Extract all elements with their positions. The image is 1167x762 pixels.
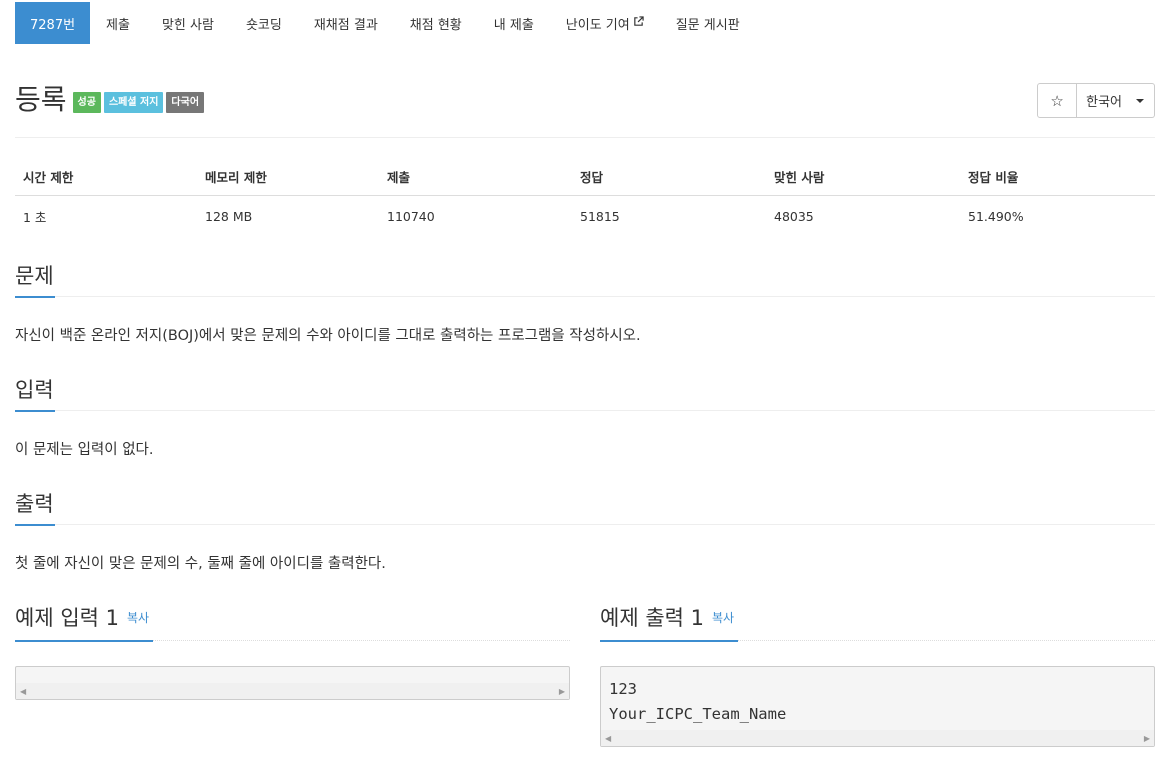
page-title: 등록 <box>15 83 67 116</box>
header-time-limit: 시간 제한 <box>15 157 197 196</box>
input-section: 입력 이 문제는 입력이 없다. <box>15 376 1155 460</box>
tab-my-submissions[interactable]: 내 제출 <box>478 2 550 44</box>
memory-limit-value: 128 MB <box>205 209 253 224</box>
tab-short-coding[interactable]: 숏코딩 <box>230 2 298 44</box>
output-section: 출력 첫 줄에 자신이 맞은 문제의 수, 둘째 줄에 아이디를 출력한다. <box>15 490 1155 574</box>
sample-output-box: 123 Your_ICPC_Team_Name ◀ ▶ <box>600 666 1155 747</box>
heading-underline <box>15 410 55 412</box>
problem-labels: 성공 스페셜 저지 다국어 <box>72 92 205 113</box>
header-accepted: 정답 <box>572 157 766 196</box>
horizontal-scrollbar[interactable]: ◀ ▶ <box>16 683 569 699</box>
tab-question-board[interactable]: 질문 게시판 <box>660 2 756 44</box>
header-memory-limit: 메모리 제한 <box>197 157 379 196</box>
heading-underline <box>15 296 55 298</box>
language-label: 한국어 <box>1086 95 1122 110</box>
sample-output-section: 예제 출력 1 복사 123 Your_ICPC_Team_Name ◀ ▶ <box>600 604 1155 747</box>
sample-input-content <box>16 667 569 683</box>
scroll-right-icon[interactable]: ▶ <box>559 687 565 696</box>
output-text: 첫 줄에 자신이 맞은 문제의 수, 둘째 줄에 아이디를 출력한다. <box>15 556 386 572</box>
sample-input-title: 예제 입력 1 <box>15 606 119 630</box>
problem-menu: 7287번 제출 맞힌 사람 숏코딩 재채점 결과 채점 현황 내 제출 난이도… <box>15 2 756 44</box>
tab-difficulty-contribution[interactable]: 난이도 기여 <box>550 2 660 44</box>
scroll-right-icon[interactable]: ▶ <box>1144 734 1150 743</box>
heading-underline <box>600 640 738 642</box>
sample-output-heading: 예제 출력 1 복사 <box>600 604 1155 642</box>
table-header-row: 시간 제한 메모리 제한 제출 정답 맞힌 사람 정답 비율 <box>15 157 1155 196</box>
sample-output-title-wrap: 예제 출력 1 복사 <box>600 604 734 635</box>
sample-input-heading: 예제 입력 1 복사 <box>15 604 570 642</box>
horizontal-scrollbar[interactable]: ◀ ▶ <box>601 730 1154 746</box>
description-heading: 문제 <box>15 262 1155 298</box>
label-multilingual: 다국어 <box>166 92 205 113</box>
output-title: 출력 <box>15 492 54 516</box>
external-link-icon <box>633 16 644 30</box>
accept-ratio-value: 51.490% <box>968 209 1024 224</box>
sample-input-title-wrap: 예제 입력 1 복사 <box>15 604 149 635</box>
tab-submit[interactable]: 제출 <box>90 2 146 44</box>
solvers-value: 48035 <box>774 209 814 224</box>
sample-input-box: ◀ ▶ <box>15 666 570 700</box>
star-icon: ☆ <box>1050 91 1064 110</box>
sample-output-title: 예제 출력 1 <box>600 606 704 630</box>
copy-sample-output-button[interactable]: 복사 <box>712 604 734 632</box>
header-accept-ratio: 정답 비율 <box>960 157 1155 196</box>
header-solvers: 맞힌 사람 <box>766 157 960 196</box>
tab-status[interactable]: 채점 현황 <box>394 2 478 44</box>
input-heading: 입력 <box>15 376 1155 412</box>
accepted-value: 51815 <box>580 209 620 224</box>
header-submissions: 제출 <box>379 157 572 196</box>
table-row: 1 초 128 MB 110740 51815 48035 51.490% <box>15 196 1155 238</box>
input-text: 이 문제는 입력이 없다. <box>15 442 154 458</box>
time-limit-value: 1 초 <box>23 210 47 225</box>
tab-rejudge-results[interactable]: 재채점 결과 <box>298 2 394 44</box>
title-tools: ☆ 한국어 <box>1037 83 1155 118</box>
scroll-left-icon[interactable]: ◀ <box>605 734 611 743</box>
heading-underline <box>15 524 55 526</box>
favorite-button[interactable]: ☆ <box>1037 83 1078 118</box>
label-special-judge: 스페셜 저지 <box>103 92 164 113</box>
title-divider <box>15 137 1155 138</box>
caret-down-icon <box>1136 98 1144 103</box>
tab-solvers[interactable]: 맞힌 사람 <box>146 2 230 44</box>
output-heading: 출력 <box>15 490 1155 526</box>
description-section: 문제 자신이 백준 온라인 저지(BOJ)에서 맞은 문제의 수와 아이디를 그… <box>15 262 1155 346</box>
submissions-value: 110740 <box>387 209 435 224</box>
sample-output-content: 123 Your_ICPC_Team_Name <box>609 680 787 723</box>
language-dropdown[interactable]: 한국어 <box>1077 83 1155 118</box>
tab-difficulty-label: 난이도 기여 <box>565 17 630 33</box>
scroll-left-icon[interactable]: ◀ <box>20 687 26 696</box>
sample-input-section: 예제 입력 1 복사 ◀ ▶ <box>15 604 570 700</box>
description-title: 문제 <box>15 264 54 288</box>
problem-header: 등록 성공 스페셜 저지 다국어 <box>15 82 205 118</box>
tab-problem[interactable]: 7287번 <box>15 2 91 44</box>
copy-sample-input-button[interactable]: 복사 <box>127 604 149 632</box>
description-text: 자신이 백준 온라인 저지(BOJ)에서 맞은 문제의 수와 아이디를 그대로 … <box>15 328 641 344</box>
problem-info-table: 시간 제한 메모리 제한 제출 정답 맞힌 사람 정답 비율 1 초 128 M… <box>15 157 1155 237</box>
input-title: 입력 <box>15 378 54 402</box>
label-success: 성공 <box>72 92 101 113</box>
heading-underline <box>15 640 153 642</box>
